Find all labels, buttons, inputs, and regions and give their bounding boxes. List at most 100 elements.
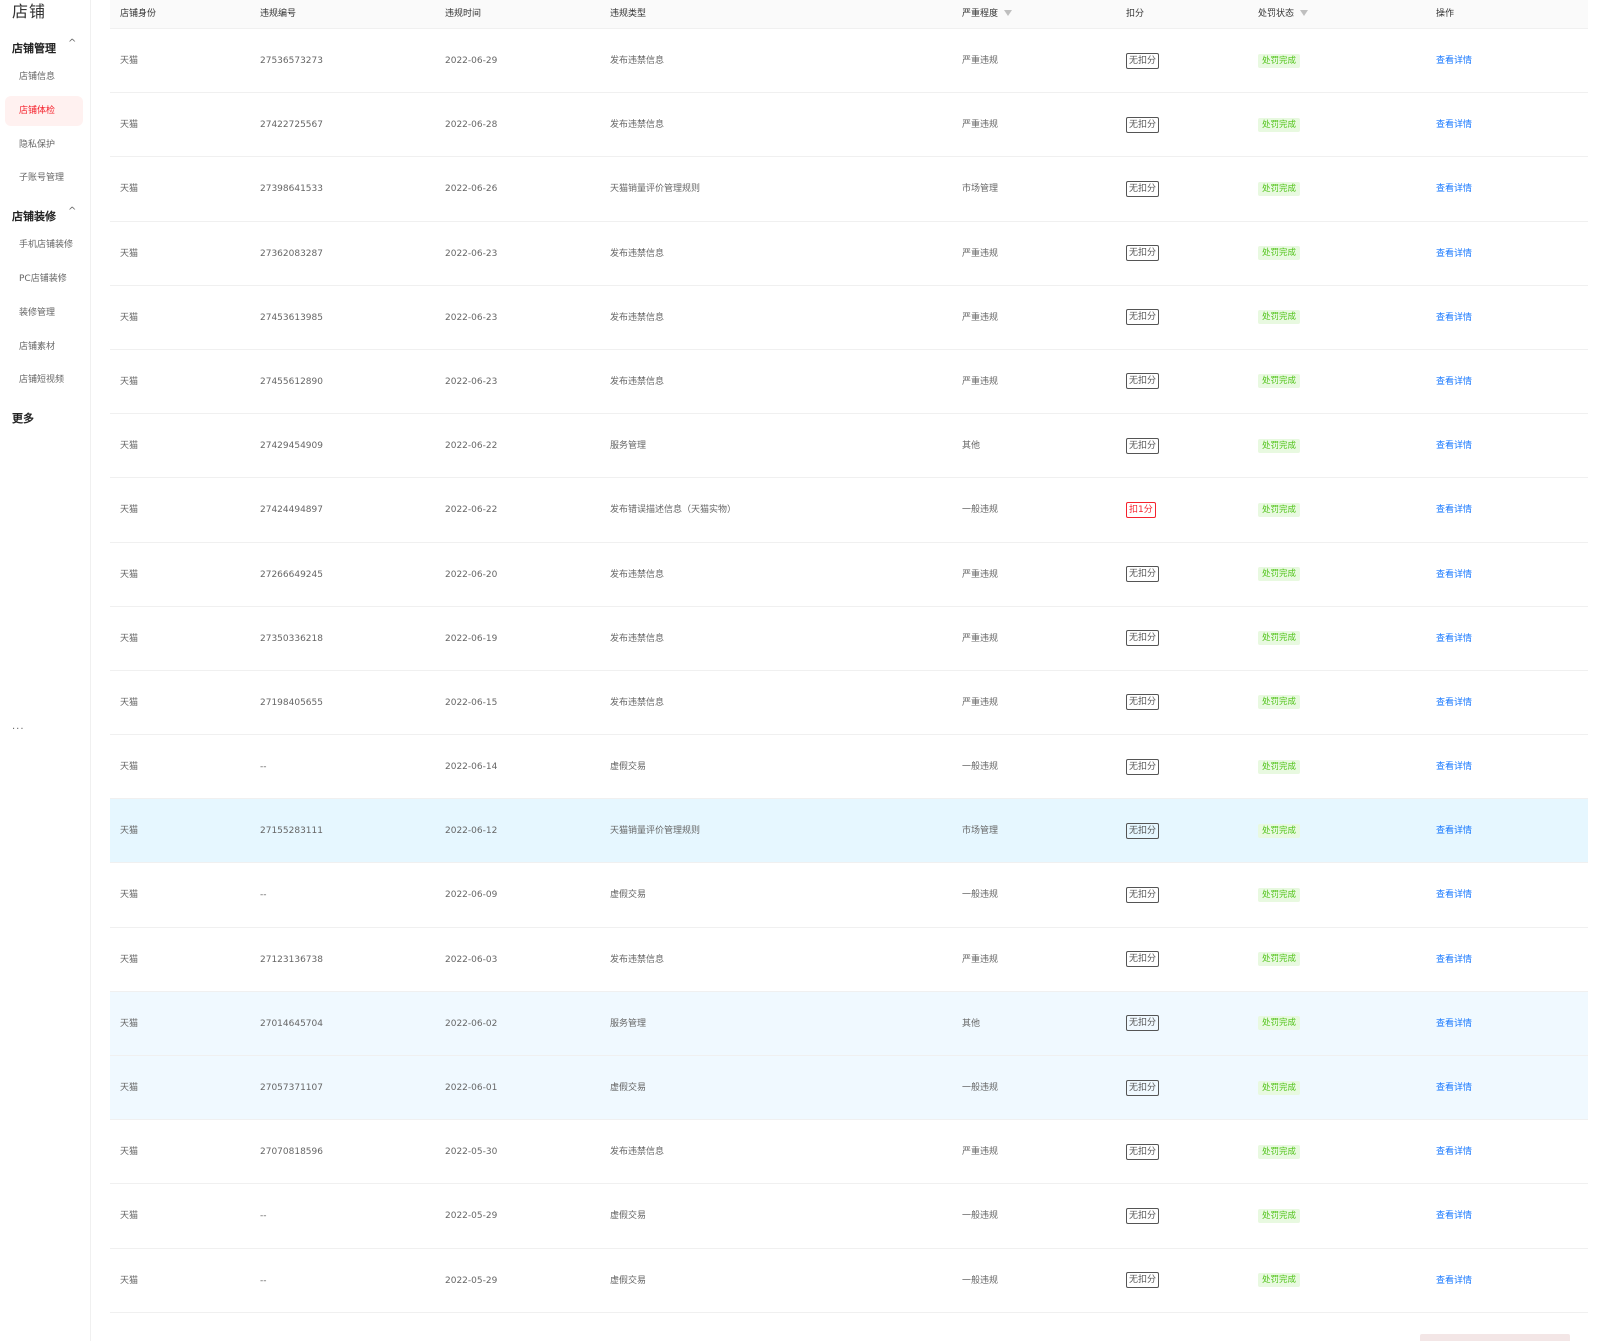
view-details-link[interactable]: 查看详情: [1436, 184, 1472, 194]
view-details-link[interactable]: 查看详情: [1436, 634, 1472, 644]
cell-violation-id: --: [260, 863, 267, 927]
view-details-link[interactable]: 查看详情: [1436, 890, 1472, 900]
cell-violation-time: 2022-06-22: [445, 478, 497, 542]
sidebar-item-pc-decoration[interactable]: PC店铺装修: [5, 264, 83, 294]
view-details-link[interactable]: 查看详情: [1436, 762, 1472, 772]
table-row[interactable]: 天猫 27266649245 2022-06-20 发布违禁信息 严重违规 无扣分 处罚完成…: [110, 542, 1588, 607]
table-row[interactable]: 天猫 -- 2022-05-29 虚假交易 一般违规 无扣分 处罚完成 查看详情: [110, 1184, 1588, 1249]
sidebar-item-shop-checkup[interactable]: 店铺体检: [5, 96, 83, 126]
cell-violation-type: 发布违禁信息: [610, 29, 664, 93]
cell-severity: 严重违规: [962, 928, 998, 992]
cell-shop-identity-text: 天猫: [120, 954, 139, 965]
view-details-link[interactable]: 查看详情: [1436, 1276, 1472, 1286]
cell-violation-type: 虚假交易: [610, 1249, 646, 1313]
table-row[interactable]: 天猫 27014645704 2022-06-02 服务管理 其他 无扣分 处罚完成 查看详情: [110, 991, 1588, 1056]
view-details-link[interactable]: 查看详情: [1436, 56, 1472, 66]
cell-violation-type: 虚假交易: [610, 1056, 646, 1120]
table-row[interactable]: 天猫 27422725567 2022-06-28 发布违禁信息 严重违规 无扣分 处罚完成…: [110, 93, 1588, 158]
view-details-link[interactable]: 查看详情: [1436, 1211, 1472, 1221]
view-details-link[interactable]: 查看详情: [1436, 120, 1472, 130]
view-details-link[interactable]: 查看详情: [1436, 441, 1472, 451]
table-row[interactable]: 天猫 27429454909 2022-06-22 服务管理 其他 无扣分 处罚完成 查看详情: [110, 414, 1588, 479]
table-row[interactable]: 天猫 27398641533 2022-06-26 天猫销量评价管理规则 市场管理 无扣分…: [110, 157, 1588, 222]
cell-violation-time: 2022-06-26: [445, 157, 497, 221]
table-row[interactable]: 天猫 -- 2022-06-14 虚假交易 一般违规 无扣分 处罚完成 查看详情: [110, 735, 1588, 800]
sidebar-item-shop-info[interactable]: 店铺信息: [5, 62, 83, 92]
cell-penalty-status: 处罚完成: [1258, 478, 1301, 542]
table-row[interactable]: 天猫 27123136738 2022-06-03 发布违禁信息 严重违规 无扣分 处罚完成…: [110, 927, 1588, 992]
sidebar-item-shop-videos[interactable]: 店铺短视频: [5, 365, 83, 395]
cell-shop-identity: 天猫: [120, 607, 138, 671]
cell-violation-type: 虚假交易: [610, 1184, 646, 1248]
sidebar-item-shop-materials[interactable]: 店铺素材: [5, 332, 83, 362]
column-header-severity[interactable]: 严重程度: [962, 0, 1013, 28]
cell-violation-type: 服务管理: [610, 414, 646, 478]
sidebar-group-shop-decoration[interactable]: 店铺装修 ^: [12, 206, 82, 224]
sidebar-item-decoration-management[interactable]: 装修管理: [5, 298, 83, 328]
table-header: 店铺身份 违规编号 违规时间 违规类型 严重程度 扣分 处罚状态 操作: [110, 0, 1588, 29]
table-row[interactable]: 天猫 27350336218 2022-06-19 发布违禁信息 严重违规 无扣分 处罚完成…: [110, 606, 1588, 671]
cell-deduction: 无扣分: [1126, 1249, 1160, 1313]
table-row[interactable]: 天猫 -- 2022-05-29 虚假交易 一般违规 无扣分 处罚完成 查看详情: [110, 1248, 1588, 1313]
deduction-tag: 无扣分: [1126, 116, 1160, 133]
cell-violation-type-text: 虚假交易: [610, 1211, 647, 1222]
table-row[interactable]: 天猫 27198405655 2022-06-15 发布违禁信息 严重违规 无扣分 处罚完成…: [110, 670, 1588, 736]
view-details-link[interactable]: 查看详情: [1436, 698, 1472, 708]
cell-violation-time: 2022-06-12: [445, 799, 497, 863]
table-row[interactable]: 天猫 27453613985 2022-06-23 发布违禁信息 严重违规 无扣分 处罚完成…: [110, 285, 1588, 350]
table-row[interactable]: 天猫 27057371107 2022-06-01 虚假交易 一般违规 无扣分 处罚完成 查看…: [110, 1056, 1588, 1121]
cell-violation-type-text: 发布错误描述信息（天猫实物）: [610, 505, 737, 516]
table-row[interactable]: 天猫 27455612890 2022-06-23 发布违禁信息 严重违规 无扣分 处罚完成…: [110, 349, 1588, 415]
deduction-tag: 无扣分: [1126, 1015, 1160, 1032]
column-header-label: 严重程度: [962, 9, 999, 19]
sidebar-group-label: 店铺装修: [12, 210, 56, 223]
table-row[interactable]: 天猫 -- 2022-06-09 虚假交易 一般违规 无扣分 处罚完成 查看详情: [110, 863, 1588, 928]
cell-violation-time-text: 2022-06-02: [445, 1018, 498, 1029]
sidebar-item-mobile-decoration[interactable]: 手机店铺装修: [5, 230, 83, 260]
column-header-penalty-status[interactable]: 处罚状态: [1258, 0, 1309, 28]
cell-violation-type: 发布违禁信息: [610, 350, 664, 414]
sidebar-more[interactable]: 更多: [12, 410, 34, 426]
table-row[interactable]: 天猫 27070818596 2022-05-30 发布违禁信息 严重违规 无扣分 处罚完成…: [110, 1120, 1588, 1185]
view-details-link[interactable]: 查看详情: [1436, 570, 1472, 580]
view-details-link[interactable]: 查看详情: [1436, 505, 1472, 515]
status-badge: 处罚完成: [1258, 374, 1301, 389]
cell-violation-type: 天猫销量评价管理规则: [610, 157, 700, 221]
view-details-link[interactable]: 查看详情: [1436, 955, 1472, 965]
view-details-link[interactable]: 查看详情: [1436, 1147, 1472, 1157]
chevron-up-icon: ^: [68, 38, 77, 49]
chevron-up-icon: ^: [68, 206, 77, 217]
table-row[interactable]: 天猫 27155283111 2022-06-12 天猫销量评价管理规则 市场管理 无扣分…: [110, 799, 1588, 864]
cell-violation-id: 27350336218: [260, 607, 323, 671]
sidebar-item-subaccounts[interactable]: 子账号管理: [5, 163, 83, 193]
view-details-link[interactable]: 查看详情: [1436, 377, 1472, 387]
view-details-link[interactable]: 查看详情: [1436, 826, 1472, 836]
view-details-link[interactable]: 查看详情: [1436, 313, 1472, 323]
filter-icon[interactable]: [1004, 9, 1013, 16]
cell-action: 查看详情: [1436, 286, 1472, 350]
cell-violation-id-text: 27057371107: [260, 1083, 323, 1093]
deduction-tag: 无扣分: [1126, 758, 1160, 775]
view-details-link[interactable]: 查看详情: [1436, 1019, 1472, 1029]
cell-deduction: 无扣分: [1126, 928, 1160, 992]
table-row[interactable]: 天猫 27536573273 2022-06-29 发布违禁信息 严重违规 无扣分 处罚完成…: [110, 29, 1588, 94]
deduction-tag: 无扣分: [1126, 1079, 1160, 1096]
cell-action: 查看详情: [1436, 1120, 1472, 1184]
cell-shop-identity-text: 天猫: [120, 1083, 139, 1093]
view-details-link[interactable]: 查看详情: [1436, 249, 1472, 259]
cell-violation-time: 2022-06-02: [445, 992, 497, 1056]
table-row[interactable]: 天猫 27362083287 2022-06-23 发布违禁信息 严重违规 无扣分 处罚完成…: [110, 221, 1588, 286]
cell-deduction: 无扣分: [1126, 735, 1160, 799]
view-details-link[interactable]: 查看详情: [1436, 1083, 1472, 1093]
status-badge: 处罚完成: [1258, 695, 1301, 710]
sidebar-item-privacy[interactable]: 隐私保护: [5, 130, 83, 160]
filter-icon[interactable]: [1300, 9, 1309, 16]
table-row[interactable]: 天猫 27424494897 2022-06-22 发布错误描述信息（天猫实物） 一般违…: [110, 478, 1588, 543]
cell-deduction: 无扣分: [1126, 1120, 1160, 1184]
sidebar-group-shop-management[interactable]: 店铺管理 ^: [12, 38, 82, 56]
cell-penalty-status: 处罚完成: [1258, 1056, 1301, 1120]
cell-shop-identity-text: 天猫: [120, 376, 139, 387]
more-dots-icon[interactable]: ···: [12, 724, 25, 735]
deduction-tag: 无扣分: [1126, 373, 1160, 390]
cell-violation-type: 发布违禁信息: [610, 671, 664, 735]
